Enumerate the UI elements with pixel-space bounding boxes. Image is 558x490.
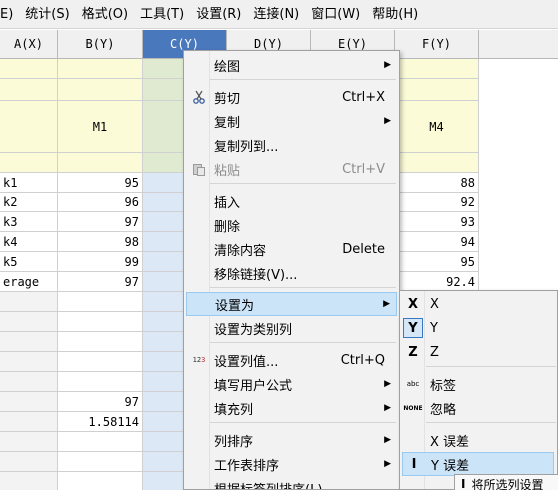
label-designation-icon: abc: [406, 380, 420, 388]
submenu-arrow-icon: ▶: [384, 60, 391, 70]
submenu-item-y[interactable]: Y Y: [402, 316, 554, 340]
paste-icon: [190, 160, 208, 178]
menu-separator: [210, 183, 396, 184]
menu-item-set-as-categorical[interactable]: 设置为类别列: [186, 316, 397, 340]
menu-separator: [426, 366, 556, 367]
menu-item-sort-by-label[interactable]: 根据标签列排序(L): [186, 476, 397, 490]
menu-item-set-column-values[interactable]: 12 3 设置列值... Ctrl+Q: [186, 348, 397, 372]
menu-edit[interactable]: E): [0, 0, 21, 29]
submenu-arrow-icon: ▶: [384, 403, 391, 413]
submenu-item-label[interactable]: abc 标签: [402, 372, 554, 396]
menu-window[interactable]: 窗口(W): [307, 0, 368, 29]
submenu-arrow-icon: ▶: [384, 379, 391, 389]
set-as-submenu: X X Y Y Z Z abc 标签 NONE 忽略 X 误差 I Y 误差: [399, 290, 558, 490]
z-designation-icon: Z: [408, 344, 418, 360]
menu-help[interactable]: 帮助(H): [368, 0, 426, 29]
menu-item-copy[interactable]: 复制 ▶: [186, 109, 397, 133]
menu-item-delete[interactable]: 删除: [186, 213, 397, 237]
menu-format[interactable]: 格式(O): [78, 0, 136, 29]
menu-separator: [210, 287, 396, 288]
menu-item-clear-contents[interactable]: 清除内容 Delete: [186, 237, 397, 261]
tooltip-icon: I: [461, 477, 466, 490]
y-designation-icon: Y: [403, 318, 423, 338]
menu-item-paste[interactable]: 粘贴 Ctrl+V: [186, 157, 397, 181]
menu-item-copy-columns-to[interactable]: 复制列到...: [186, 133, 397, 157]
menu-statistics[interactable]: 统计(S): [21, 0, 77, 29]
longname-f[interactable]: M4: [395, 101, 479, 153]
menu-item-insert[interactable]: 插入: [186, 189, 397, 213]
submenu-arrow-icon: ▶: [384, 116, 391, 126]
submenu-item-x-error[interactable]: X 误差: [402, 428, 554, 452]
submenu-item-ignore[interactable]: NONE 忽略: [402, 396, 554, 420]
menu-tools[interactable]: 工具(T): [136, 0, 192, 29]
x-designation-icon: X: [407, 296, 419, 312]
column-header-empty: [479, 30, 558, 59]
submenu-arrow-icon: ▶: [384, 435, 391, 445]
menu-item-user-formula[interactable]: 填写用户公式 ▶: [186, 372, 397, 396]
none-designation-icon: NONE: [403, 404, 423, 412]
menu-item-cut[interactable]: 剪切 Ctrl+X: [186, 85, 397, 109]
submenu-arrow-icon: ▶: [384, 459, 391, 469]
submenu-arrow-icon: ▶: [383, 299, 390, 309]
set-values-icon: 12 3: [192, 356, 206, 364]
menu-item-plot[interactable]: 绘图 ▶: [186, 53, 397, 77]
submenu-item-z[interactable]: Z Z: [402, 340, 554, 364]
longname-b[interactable]: M1: [58, 101, 143, 153]
menu-separator: [210, 422, 396, 423]
scissors-icon: [190, 88, 208, 106]
context-menu: 绘图 ▶ 剪切 Ctrl+X 复制 ▶ 复制列到... 粘贴 Ctrl+V 插入…: [183, 50, 400, 490]
menu-item-sort-columns[interactable]: 列排序 ▶: [186, 428, 397, 452]
menu-item-remove-link[interactable]: 移除链接(V)...: [186, 261, 397, 285]
menu-connect[interactable]: 连接(N): [249, 0, 307, 29]
column-header-a[interactable]: A(X): [0, 30, 58, 59]
submenu-item-y-error[interactable]: I Y 误差: [402, 452, 554, 476]
menu-item-set-as[interactable]: 设置为 ▶: [186, 292, 397, 316]
submenu-item-x[interactable]: X X: [402, 292, 554, 316]
menu-separator: [210, 79, 396, 80]
menu-bar: E) 统计(S) 格式(O) 工具(T) 设置(R) 连接(N) 窗口(W) 帮…: [0, 0, 558, 29]
menu-item-fill-column[interactable]: 填充列 ▶: [186, 396, 397, 420]
menu-separator: [426, 422, 556, 423]
y-error-icon: I: [411, 456, 417, 472]
column-header-f[interactable]: F(Y): [395, 30, 479, 59]
menu-item-sort-worksheet[interactable]: 工作表排序 ▶: [186, 452, 397, 476]
tooltip-text: 将所选列设置: [471, 477, 544, 490]
menu-settings[interactable]: 设置(R): [192, 0, 249, 29]
menu-separator: [210, 342, 396, 343]
column-header-b[interactable]: B(Y): [58, 30, 143, 59]
tooltip: I 将所选列设置: [454, 474, 558, 490]
